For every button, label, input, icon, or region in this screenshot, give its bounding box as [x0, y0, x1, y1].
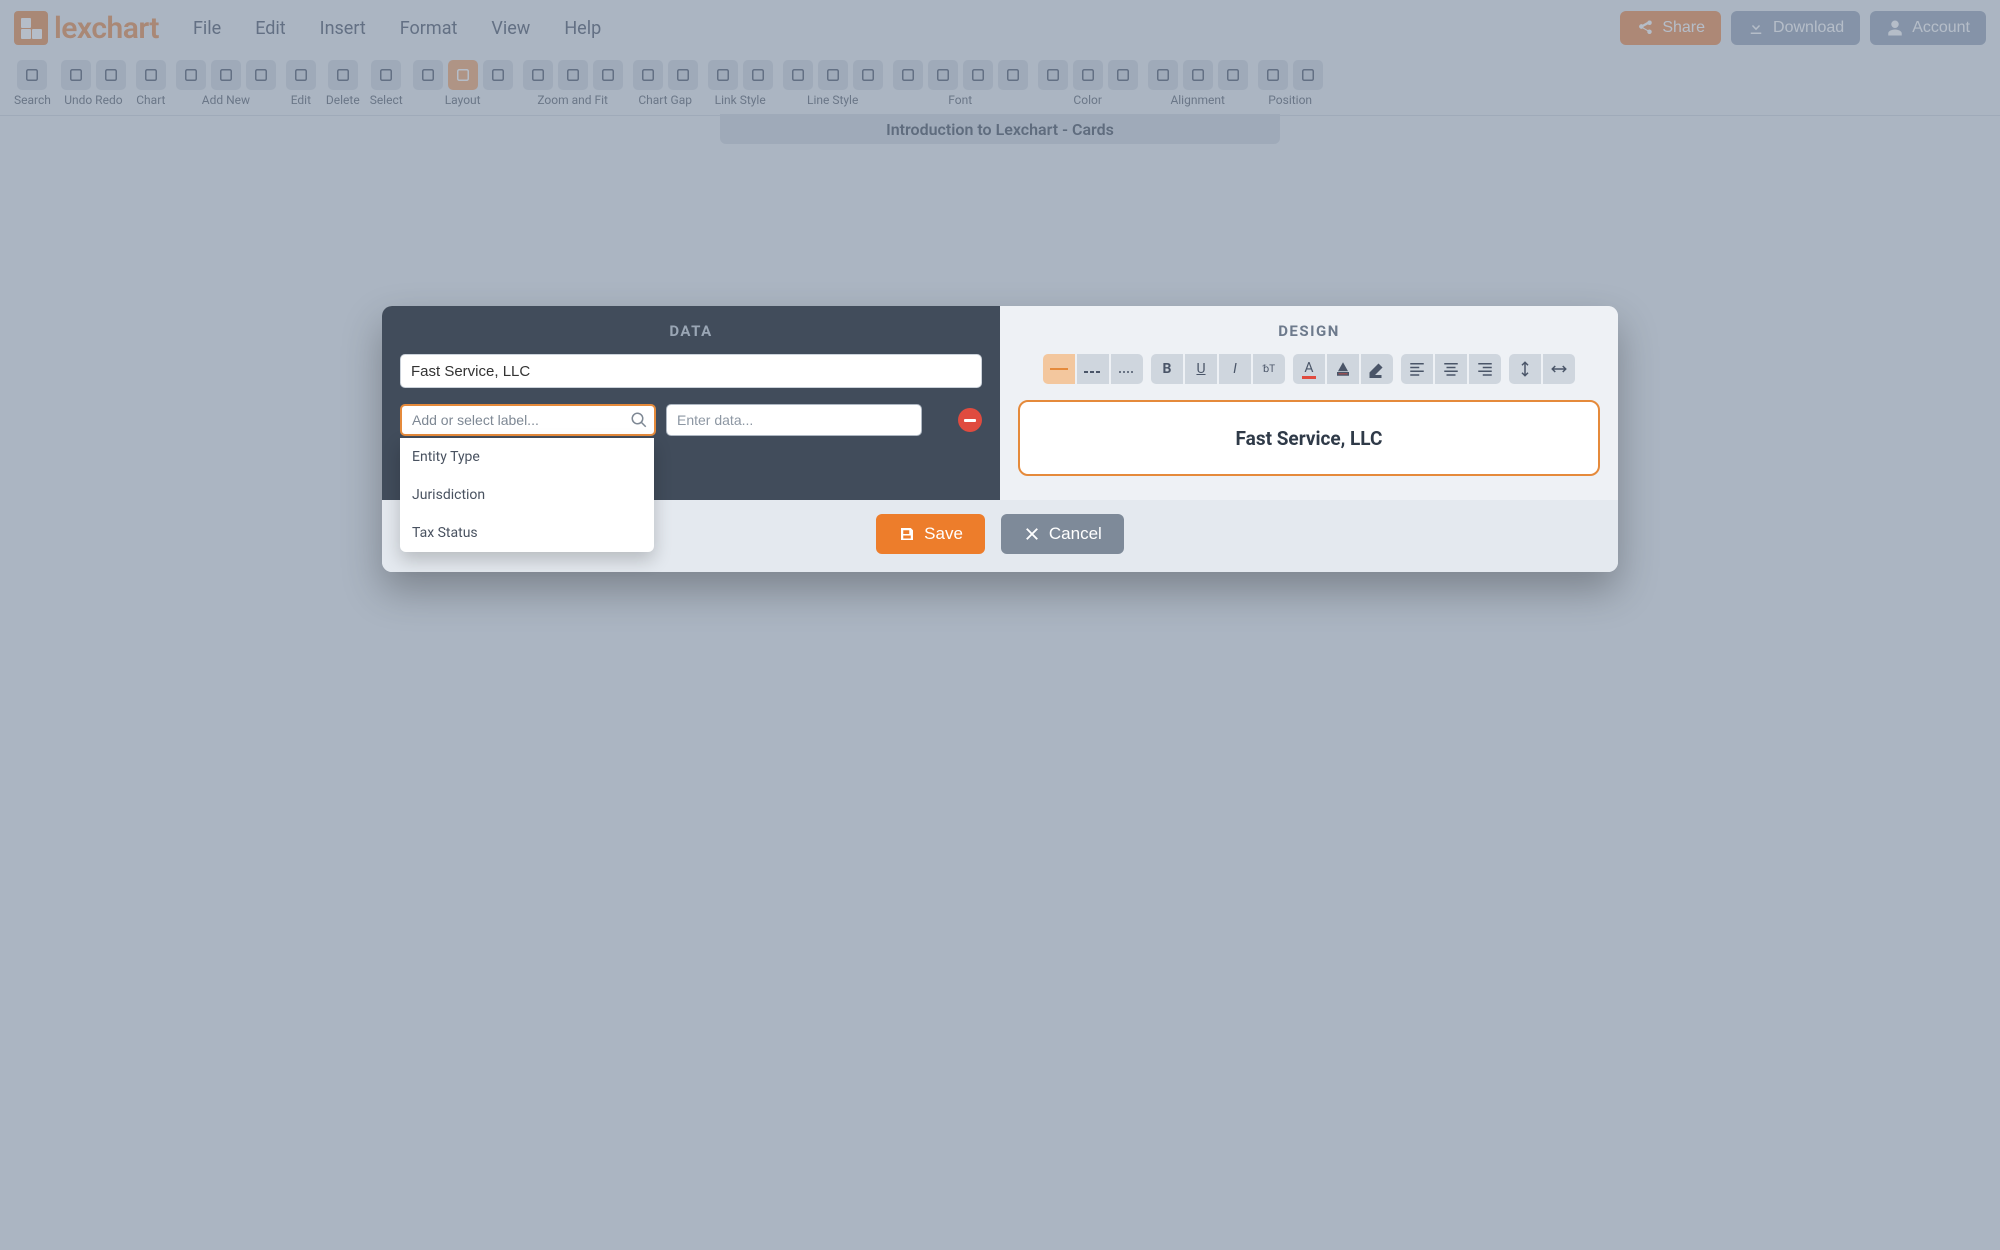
text-size-button[interactable]: ␢T: [1253, 354, 1285, 384]
arrows-v-icon: [1516, 360, 1534, 378]
bold-icon: B: [1163, 361, 1172, 377]
text-color-icon: A: [1302, 360, 1315, 379]
position-vertical-button[interactable]: [1509, 354, 1541, 384]
arrows-h-icon: [1550, 360, 1568, 378]
border-color-button[interactable]: [1361, 354, 1393, 384]
data-value-input[interactable]: [666, 404, 922, 436]
save-button[interactable]: Save: [876, 514, 985, 554]
dropdown-item-tax-status[interactable]: Tax Status: [400, 514, 654, 552]
text-color-button[interactable]: A: [1293, 354, 1325, 384]
dropdown-item-jurisdiction[interactable]: Jurisdiction: [400, 476, 654, 514]
italic-button[interactable]: I: [1219, 354, 1251, 384]
text-size-icon: ␢T: [1263, 364, 1275, 375]
design-panel: DESIGN B U I ␢T A: [1000, 306, 1618, 500]
position-horizontal-button[interactable]: [1543, 354, 1575, 384]
border-solid-button[interactable]: [1043, 354, 1075, 384]
align-right-icon: [1476, 360, 1494, 378]
cancel-label: Cancel: [1049, 524, 1102, 544]
align-left-button[interactable]: [1401, 354, 1433, 384]
border-dotted-button[interactable]: [1111, 354, 1143, 384]
data-panel-title: DATA: [400, 322, 982, 340]
search-icon: [630, 411, 648, 429]
border-dashed-button[interactable]: [1077, 354, 1109, 384]
line-dashed-icon: [1084, 361, 1102, 377]
bold-button[interactable]: B: [1151, 354, 1183, 384]
align-right-button[interactable]: [1469, 354, 1501, 384]
modal-overlay: DATA Entity Type Jurisdiction Tax Status: [0, 0, 2000, 1250]
save-label: Save: [924, 524, 963, 544]
italic-icon: I: [1233, 361, 1237, 377]
design-toolbar: B U I ␢T A: [1018, 354, 1600, 384]
underline-icon: U: [1196, 361, 1205, 377]
design-panel-title: DESIGN: [1018, 322, 1600, 340]
data-panel: DATA Entity Type Jurisdiction Tax Status: [382, 306, 1000, 500]
label-dropdown: Entity Type Jurisdiction Tax Status: [400, 438, 654, 552]
card-preview: Fast Service, LLC: [1018, 400, 1600, 476]
remove-row-button[interactable]: [958, 408, 982, 432]
underline-button[interactable]: U: [1185, 354, 1217, 384]
pen-icon: [1368, 360, 1386, 378]
save-icon: [898, 525, 916, 543]
card-name-input[interactable]: [400, 354, 982, 388]
label-select-input[interactable]: [400, 404, 656, 436]
close-icon: [1023, 525, 1041, 543]
fill-icon: [1334, 360, 1352, 378]
cancel-button[interactable]: Cancel: [1001, 514, 1124, 554]
card-preview-name: Fast Service, LLC: [1236, 427, 1383, 450]
align-center-button[interactable]: [1435, 354, 1467, 384]
dropdown-item-entity-type[interactable]: Entity Type: [400, 438, 654, 476]
fill-color-button[interactable]: [1327, 354, 1359, 384]
align-left-icon: [1408, 360, 1426, 378]
line-solid-icon: [1050, 368, 1068, 370]
card-edit-modal: DATA Entity Type Jurisdiction Tax Status: [382, 306, 1618, 572]
line-dotted-icon: [1119, 361, 1135, 377]
align-center-icon: [1442, 360, 1460, 378]
minus-icon: [964, 419, 976, 422]
